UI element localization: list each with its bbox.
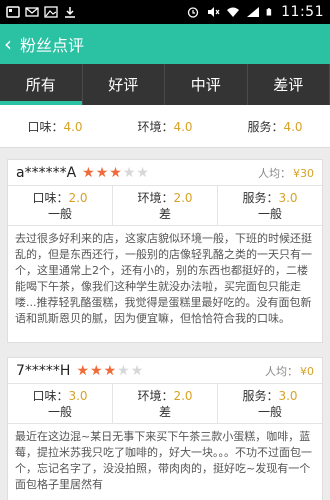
notification-icon xyxy=(6,6,20,18)
review-card[interactable]: 7*****H ★ ★ ★ ★ ★ 人均： ¥0 口味：3.0 一般 环境：2.0 差 服务：… xyxy=(7,357,323,500)
reviewer-name: a******A xyxy=(16,164,77,181)
star-icon: ★ xyxy=(76,362,89,379)
app-bar: ‹ 粉丝点评 xyxy=(0,24,330,64)
average-price: 人均： ¥0 xyxy=(265,364,314,378)
score-service: 服务：3.0 一般 xyxy=(242,388,298,419)
score-taste: 口味：2.0 一般 xyxy=(8,186,113,225)
back-icon[interactable]: ‹ xyxy=(4,34,18,54)
tab-all[interactable]: 所有 xyxy=(0,64,83,105)
signal-icon xyxy=(247,7,260,17)
review-text: 去过很多好利来的店，这家店貌似环境一般，下班的时候还挺乱的，但是东西还行，一般别… xyxy=(15,232,312,325)
mute-icon xyxy=(208,7,220,17)
review-header: 7*****H ★ ★ ★ ★ ★ 人均： ¥0 xyxy=(8,358,322,384)
summary-environment: 环境：4.0 xyxy=(137,119,193,134)
rating-summary: 口味：4.0 环境：4.0 服务：4.0 xyxy=(0,105,330,148)
score-row: 口味：3.0 一般 环境：2.0 差 服务：3.0 一般 xyxy=(8,384,322,424)
score-environment: 环境：2.0 差 xyxy=(113,186,218,225)
reviewer-name: 7*****H xyxy=(16,362,71,379)
summary-taste: 口味：4.0 xyxy=(27,119,83,134)
wifi-icon xyxy=(227,7,240,17)
tab-good[interactable]: 好评 xyxy=(83,64,165,105)
star-icon: ★ xyxy=(122,164,136,181)
status-bar: 11:51 xyxy=(0,0,330,24)
review-card[interactable]: a******A ★ ★ ★ ★ ★ 人均： ¥30 口味：2.0 一般 环境：2.0 差 服… xyxy=(7,159,323,343)
average-price: 人均： ¥30 xyxy=(258,166,314,180)
star-rating: ★ ★ ★ ★ ★ xyxy=(76,364,143,378)
tab-bad[interactable]: 差评 xyxy=(248,64,330,105)
review-text: 最近在这边混~某日无事下来买下午茶三款小蛋糕，咖啡，蓝莓，提拉米苏我只吃了咖啡的… xyxy=(15,430,312,491)
star-icon: ★ xyxy=(109,164,122,181)
image-icon xyxy=(44,6,58,18)
battery-icon xyxy=(266,8,272,16)
score-environment: 环境：2.0 差 xyxy=(113,384,218,423)
star-icon: ★ xyxy=(103,362,117,379)
tab-bar: 所有 好评 中评 差评 xyxy=(0,64,330,105)
mail-icon xyxy=(25,7,39,17)
star-icon: ★ xyxy=(117,362,130,379)
star-icon: ★ xyxy=(95,164,109,181)
score-row: 口味：2.0 一般 环境：2.0 差 服务：3.0 一般 xyxy=(8,186,322,226)
score-taste: 口味：3.0 一般 xyxy=(8,384,113,423)
star-icon: ★ xyxy=(90,362,103,379)
star-rating: ★ ★ ★ ★ ★ xyxy=(82,166,149,180)
tab-neutral[interactable]: 中评 xyxy=(165,64,248,105)
tab-indicator xyxy=(0,101,82,105)
alarm-icon xyxy=(187,7,199,18)
review-header: a******A ★ ★ ★ ★ ★ 人均： ¥30 xyxy=(8,160,322,186)
star-icon: ★ xyxy=(82,164,95,181)
score-service: 服务：3.0 一般 xyxy=(242,190,298,221)
page-title[interactable]: 粉丝点评 xyxy=(20,32,84,56)
status-time: 11:51 xyxy=(281,4,324,20)
star-icon: ★ xyxy=(136,164,149,181)
download-icon xyxy=(65,7,75,18)
star-icon: ★ xyxy=(130,362,144,379)
summary-service: 服务：4.0 xyxy=(247,119,303,134)
